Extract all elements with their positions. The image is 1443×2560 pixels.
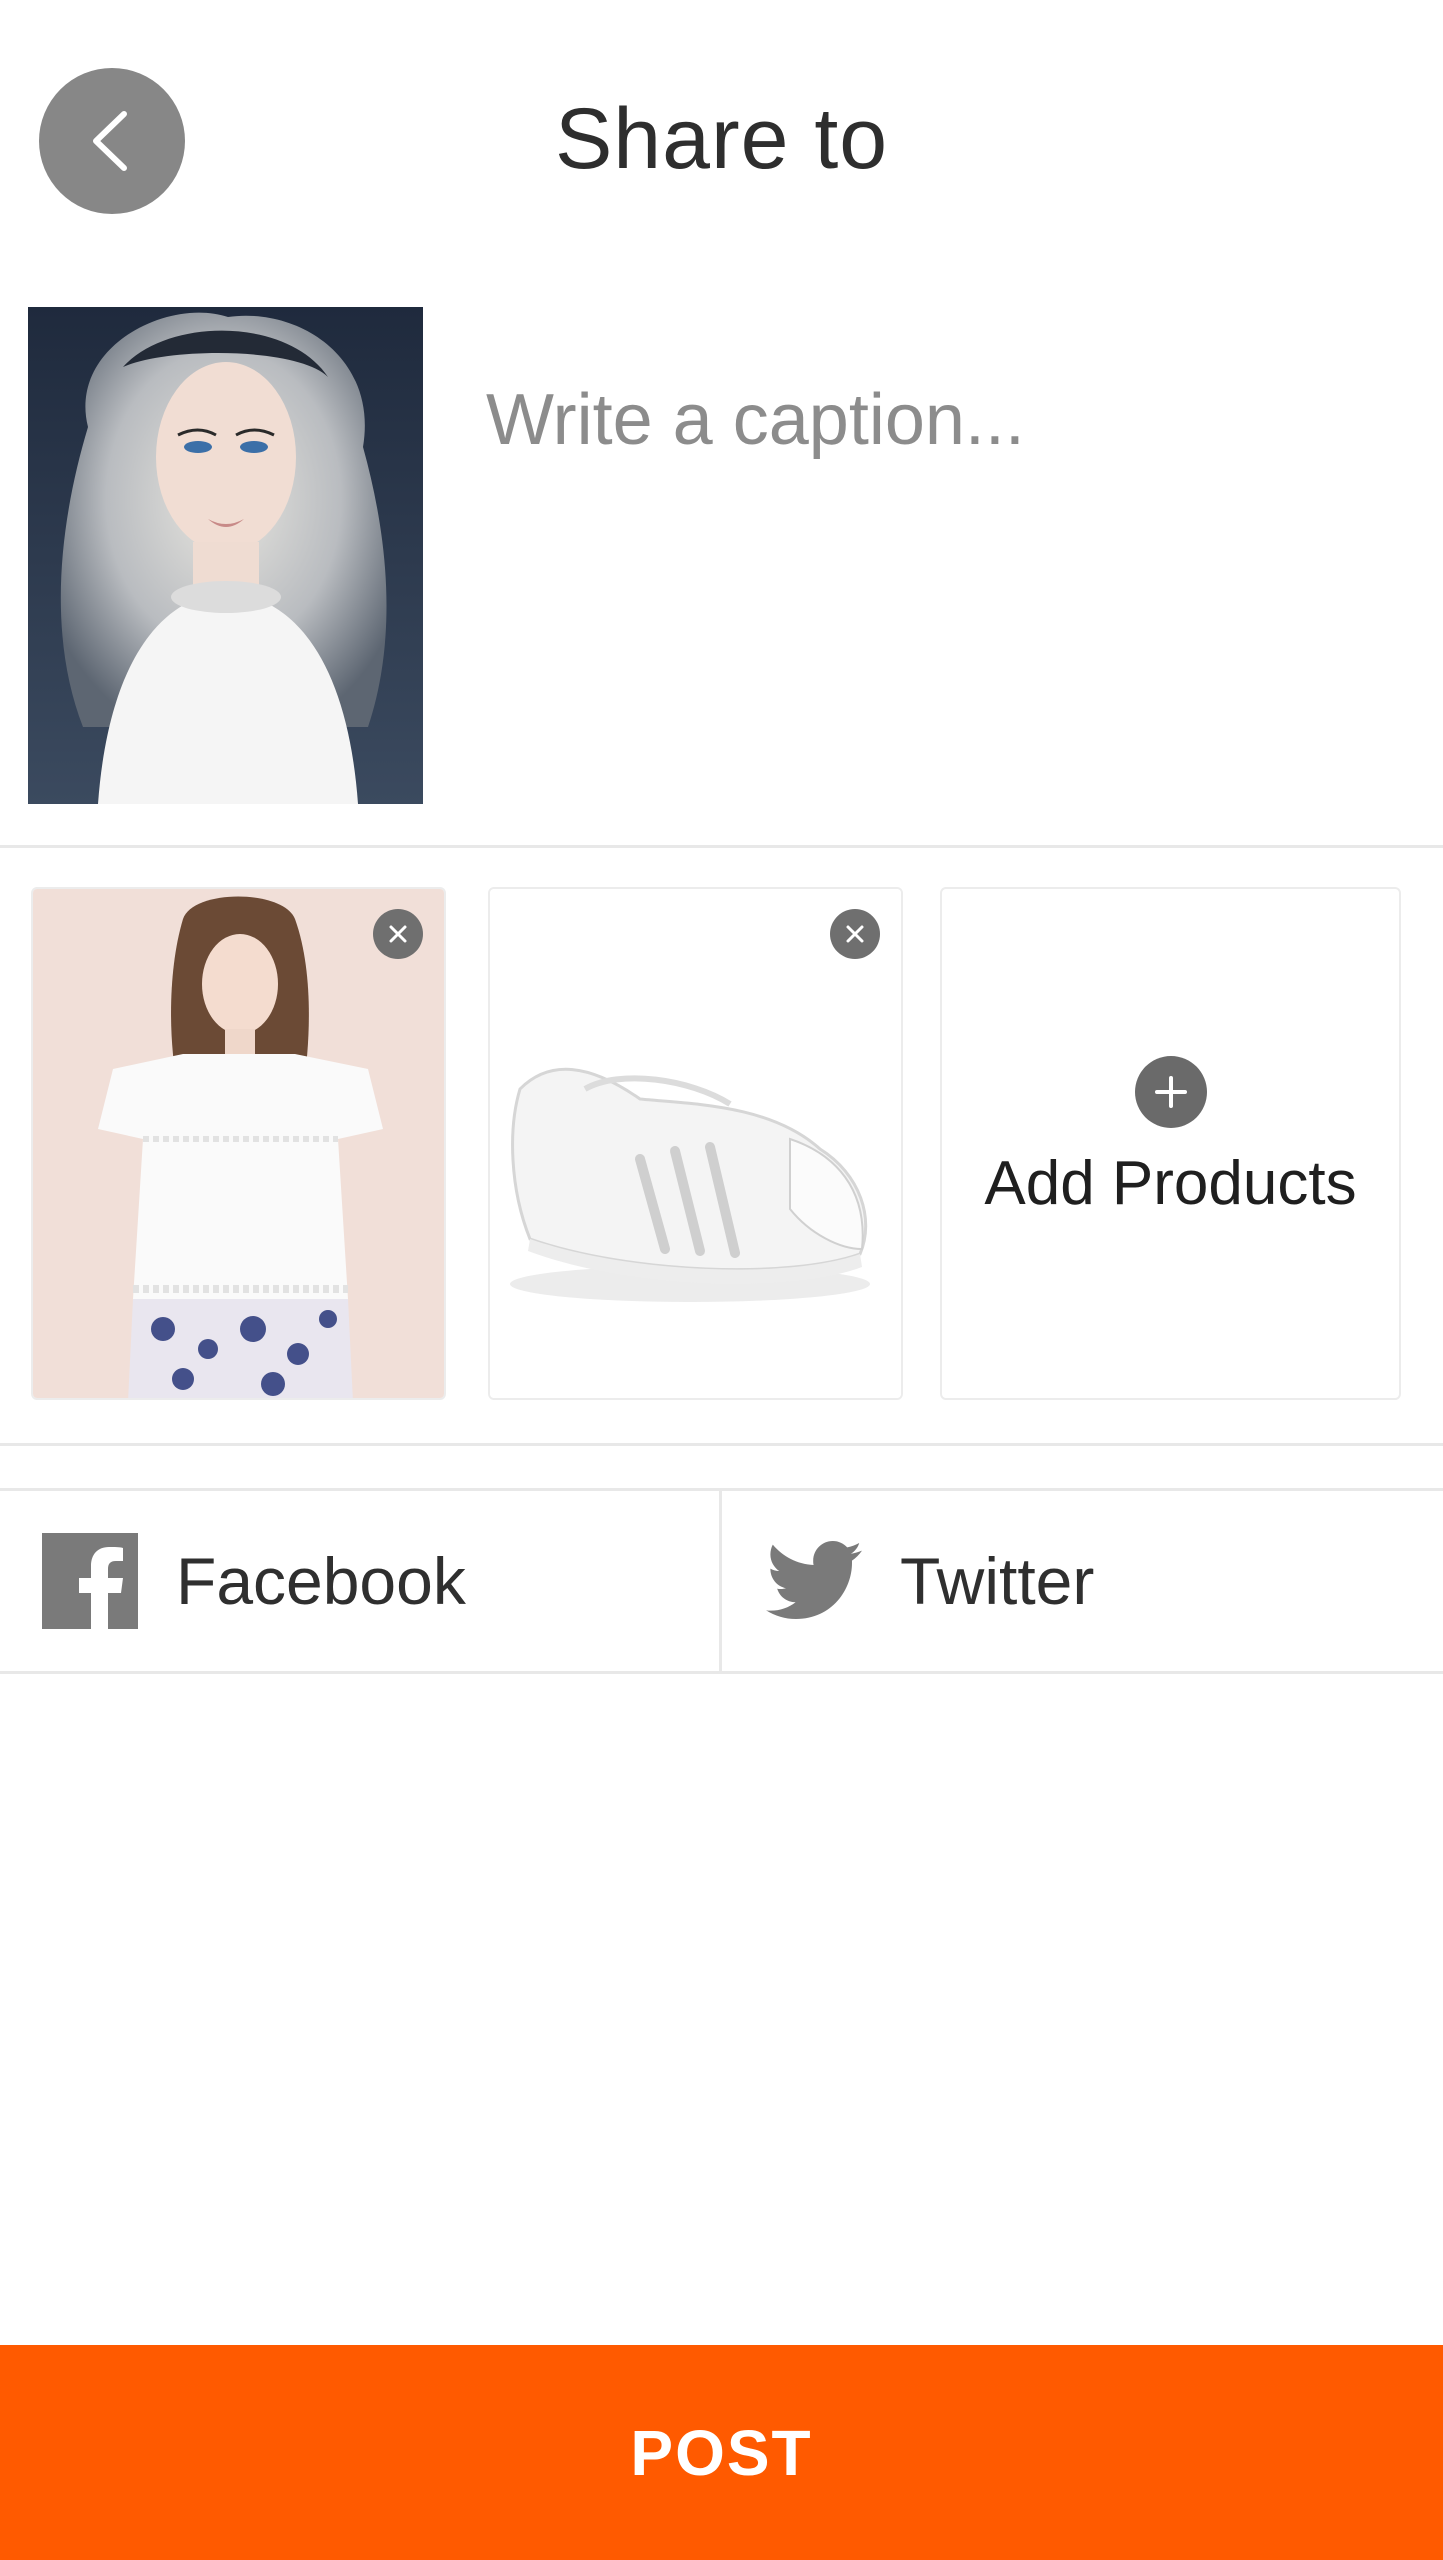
close-icon bbox=[846, 925, 864, 943]
divider bbox=[0, 1443, 1443, 1446]
product-card-sneaker[interactable] bbox=[488, 887, 903, 1400]
facebook-icon bbox=[42, 1533, 138, 1629]
remove-product-button[interactable] bbox=[830, 909, 880, 959]
divider bbox=[0, 1671, 1443, 1674]
share-facebook-button[interactable]: Facebook bbox=[0, 1488, 719, 1674]
share-twitter-button[interactable]: Twitter bbox=[722, 1488, 1443, 1674]
add-products-button[interactable]: Add Products bbox=[940, 887, 1401, 1400]
plus-circle-icon bbox=[1134, 1056, 1207, 1128]
post-photo bbox=[28, 307, 423, 804]
divider bbox=[0, 845, 1443, 848]
product-card-blouse[interactable] bbox=[31, 887, 446, 1400]
product-image-blouse bbox=[33, 889, 444, 1398]
post-button[interactable]: POST bbox=[0, 2345, 1443, 2560]
facebook-label: Facebook bbox=[176, 1544, 466, 1618]
twitter-icon bbox=[766, 1541, 862, 1619]
add-products-label: Add Products bbox=[984, 1149, 1357, 1218]
product-image-sneaker bbox=[490, 889, 901, 1398]
close-icon bbox=[389, 925, 407, 943]
remove-product-button[interactable] bbox=[373, 909, 423, 959]
post-label: POST bbox=[630, 2416, 813, 2489]
header: Share to bbox=[0, 0, 1443, 285]
share-options: Facebook Twitter bbox=[0, 1488, 1443, 1674]
page-title: Share to bbox=[554, 91, 889, 187]
caption-input[interactable] bbox=[486, 340, 1386, 500]
twitter-label: Twitter bbox=[900, 1544, 1095, 1618]
